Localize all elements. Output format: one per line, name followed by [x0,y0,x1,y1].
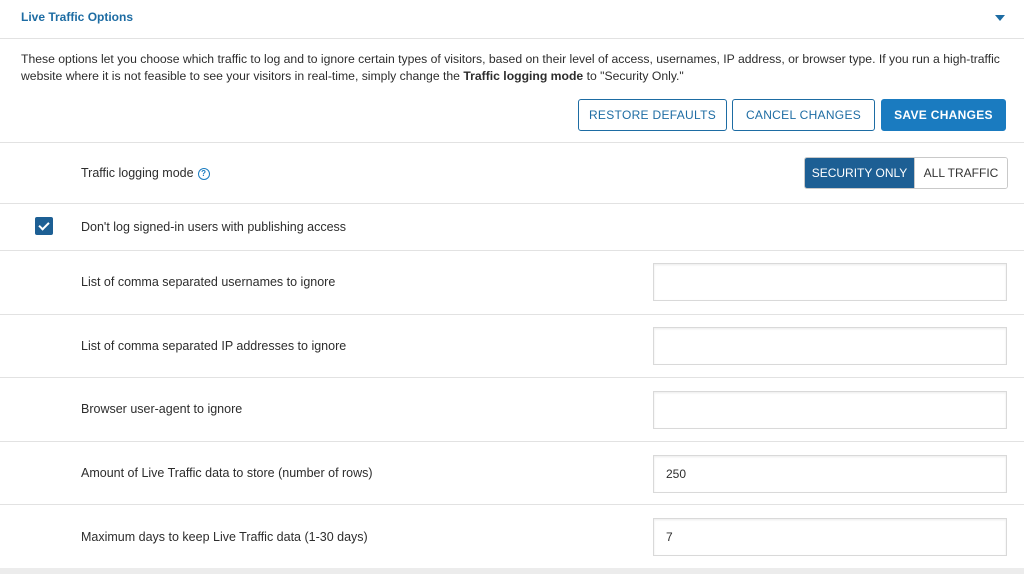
live-traffic-options-panel: Live Traffic Options These options let y… [0,0,1024,574]
logging-mode-label-text: Traffic logging mode [81,166,194,180]
rows-label: Amount of Live Traffic data to store (nu… [81,466,373,480]
collapse-caret-icon[interactable] [995,15,1005,21]
usernames-label: List of comma separated usernames to ign… [81,275,336,289]
signed-in-row: Don't log signed-in users with publishin… [0,203,1024,251]
check-icon [38,219,50,231]
user-agent-input[interactable] [653,391,1007,429]
signed-in-checkbox[interactable] [35,217,53,235]
user-agent-label: Browser user-agent to ignore [81,402,243,416]
usernames-input[interactable] [653,263,1007,301]
panel-title: Live Traffic Options [21,10,134,24]
rows-input[interactable] [653,455,1007,493]
description-text-end: to "Security Only." [583,69,684,83]
save-changes-button[interactable]: SAVE CHANGES [881,99,1006,131]
signed-in-label: Don't log signed-in users with publishin… [81,220,347,234]
all-traffic-option[interactable]: ALL TRAFFIC [914,158,1007,188]
days-label: Maximum days to keep Live Traffic data (… [81,530,368,544]
logging-mode-toggle: SECURITY ONLY ALL TRAFFIC [804,157,1008,189]
panel-description: These options let you choose which traff… [21,51,1011,85]
security-only-option[interactable]: SECURITY ONLY [805,158,914,188]
description-bold: Traffic logging mode [463,69,584,83]
days-input[interactable] [653,518,1007,556]
ips-label: List of comma separated IP addresses to … [81,339,347,353]
panel-header[interactable]: Live Traffic Options [0,0,1024,39]
logging-mode-label: Traffic logging mode? [81,166,210,180]
ip-addresses-input[interactable] [653,327,1007,365]
bottom-divider [0,568,1024,574]
restore-defaults-button[interactable]: RESTORE DEFAULTS [578,99,727,131]
help-icon[interactable]: ? [197,168,210,180]
cancel-changes-button[interactable]: CANCEL CHANGES [732,99,875,131]
